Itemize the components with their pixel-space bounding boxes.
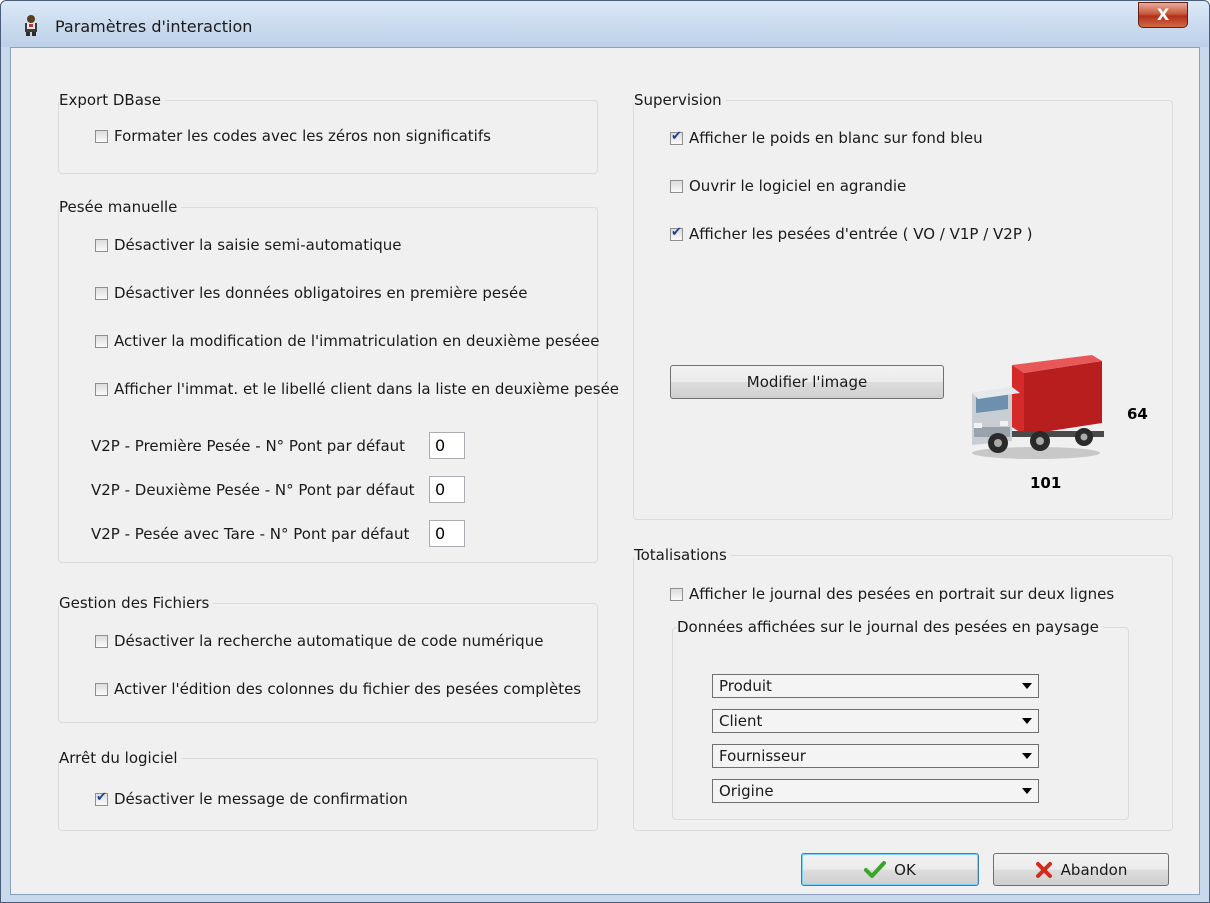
portrait-journal-label: Afficher le journal des pesées en portra… — [689, 585, 1115, 603]
modify-image-button[interactable]: Modifier l'image — [670, 365, 944, 399]
pesee-manuelle-group: Pesée manuelle Désactiver la saisie semi… — [58, 197, 619, 563]
landscape-select-3-value: Fournisseur — [719, 747, 806, 765]
dialog-body: Export DBase Formater les codes avec les… — [10, 47, 1200, 895]
show-plate-client-checkbox[interactable]: Afficher l'immat. et le libellé client d… — [95, 378, 619, 400]
white-on-blue-checkbox[interactable]: Afficher le poids en blanc sur fond bleu — [670, 127, 983, 149]
show-entry-weighings-box[interactable] — [670, 225, 683, 241]
second-weighing-bridge-input[interactable]: 0 — [429, 476, 465, 503]
export-dbase-group: Export DBase Formater les codes avec les… — [58, 90, 598, 174]
export-dbase-title: Export DBase — [59, 90, 165, 110]
pesee-manuelle-title: Pesée manuelle — [59, 197, 182, 217]
disable-semi-auto-label: Désactiver la saisie semi-automatique — [114, 236, 402, 254]
first-weighing-bridge-label: V2P - Première Pesée - N° Pont par défau… — [91, 437, 406, 455]
white-on-blue-label: Afficher le poids en blanc sur fond bleu — [689, 129, 983, 147]
enable-column-edit-label: Activer l'édition des colonnes du fichie… — [114, 680, 582, 698]
cancel-button[interactable]: Abandon — [993, 853, 1169, 886]
supervision-title: Supervision — [634, 90, 726, 110]
portrait-journal-checkbox[interactable]: Afficher le journal des pesées en portra… — [670, 583, 1114, 605]
totalisations-title: Totalisations — [634, 545, 731, 565]
portrait-journal-box[interactable] — [670, 587, 683, 601]
format-codes-label: Formater les codes avec les zéros non si… — [114, 127, 491, 145]
tare-weighing-bridge-label: V2P - Pesée avec Tare - N° Pont par défa… — [91, 525, 410, 543]
dialog-window: Paramètres d'interaction X Export DBase … — [0, 0, 1210, 903]
landscape-select-4[interactable]: Origine — [712, 779, 1039, 803]
arret-logiciel-group: Arrêt du logiciel Désactiver le message … — [58, 748, 598, 831]
chevron-down-icon — [1022, 788, 1032, 794]
show-entry-weighings-checkbox[interactable]: Afficher les pesées d'entrée ( VO / V1P … — [670, 223, 1033, 245]
disable-auto-search-box[interactable] — [95, 634, 108, 648]
disable-semi-auto-box[interactable] — [95, 238, 108, 252]
ok-button[interactable]: OK — [801, 853, 979, 886]
landscape-data-title: Données affichées sur le journal des pes… — [677, 617, 1103, 637]
format-codes-checkbox[interactable]: Formater les codes avec les zéros non si… — [95, 125, 491, 147]
supervision-group: Supervision Afficher le poids en blanc s… — [633, 90, 1173, 520]
landscape-select-1-value: Produit — [719, 677, 772, 695]
chevron-down-icon — [1022, 683, 1032, 689]
chevron-down-icon — [1022, 718, 1032, 724]
landscape-data-group: Données affichées sur le journal des pes… — [672, 617, 1129, 820]
disable-semi-auto-checkbox[interactable]: Désactiver la saisie semi-automatique — [95, 234, 402, 256]
show-plate-client-label: Afficher l'immat. et le libellé client d… — [114, 380, 620, 398]
disable-mandatory-data-checkbox[interactable]: Désactiver les données obligatoires en p… — [95, 282, 527, 304]
show-plate-client-box[interactable] — [95, 382, 108, 396]
disable-auto-search-checkbox[interactable]: Désactiver la recherche automatique de c… — [95, 630, 543, 652]
first-weighing-bridge-input[interactable]: 0 — [429, 432, 465, 459]
landscape-select-3[interactable]: Fournisseur — [712, 744, 1039, 768]
title-bar[interactable]: Paramètres d'interaction X — [1, 1, 1209, 47]
enable-column-edit-checkbox[interactable]: Activer l'édition des colonnes du fichie… — [95, 678, 581, 700]
open-maximized-checkbox[interactable]: Ouvrir le logiciel en agrandie — [670, 175, 906, 197]
disable-mandatory-data-box[interactable] — [95, 286, 108, 300]
totalisations-group: Totalisations Afficher le journal des pe… — [633, 545, 1173, 831]
close-button[interactable]: X — [1138, 2, 1188, 28]
disable-confirm-box[interactable] — [95, 790, 108, 806]
disable-mandatory-data-label: Désactiver les données obligatoires en p… — [114, 284, 528, 302]
enable-column-edit-box[interactable] — [95, 682, 108, 696]
enable-plate-edit-box[interactable] — [95, 334, 108, 348]
tare-weighing-bridge-input[interactable]: 0 — [429, 520, 465, 547]
cancel-label: Abandon — [1060, 860, 1128, 879]
enable-plate-edit-label: Activer la modification de l'immatricula… — [114, 332, 600, 350]
cross-icon — [1035, 861, 1052, 878]
window-title: Paramètres d'interaction — [55, 17, 253, 36]
disable-confirm-label: Désactiver le message de confirmation — [114, 790, 408, 808]
landscape-select-2[interactable]: Client — [712, 709, 1039, 733]
app-icon — [25, 15, 37, 36]
close-icon: X — [1156, 5, 1170, 24]
open-maximized-box[interactable] — [670, 179, 683, 193]
landscape-select-1[interactable]: Produit — [712, 674, 1039, 698]
enable-plate-edit-checkbox[interactable]: Activer la modification de l'immatricula… — [95, 330, 599, 352]
image-width-value: 64 — [1127, 405, 1148, 423]
open-maximized-label: Ouvrir le logiciel en agrandie — [689, 177, 907, 195]
disable-auto-search-label: Désactiver la recherche automatique de c… — [114, 632, 544, 650]
landscape-select-2-value: Client — [719, 712, 763, 730]
format-codes-box[interactable] — [95, 129, 108, 143]
gestion-fichiers-group: Gestion des Fichiers Désactiver la reche… — [58, 593, 598, 723]
arret-logiciel-title: Arrêt du logiciel — [59, 748, 182, 768]
disable-confirm-checkbox[interactable]: Désactiver le message de confirmation — [95, 788, 408, 810]
truck-icon — [972, 355, 1104, 459]
show-entry-weighings-label: Afficher les pesées d'entrée ( VO / V1P … — [689, 225, 1033, 243]
image-height-value: 101 — [1030, 474, 1062, 492]
landscape-select-4-value: Origine — [719, 782, 774, 800]
gestion-fichiers-title: Gestion des Fichiers — [59, 593, 214, 613]
checkmark-icon — [864, 860, 887, 878]
white-on-blue-box[interactable] — [670, 129, 683, 145]
ok-label: OK — [894, 860, 916, 879]
second-weighing-bridge-label: V2P - Deuxième Pesée - N° Pont par défau… — [91, 481, 415, 499]
chevron-down-icon — [1022, 753, 1032, 759]
